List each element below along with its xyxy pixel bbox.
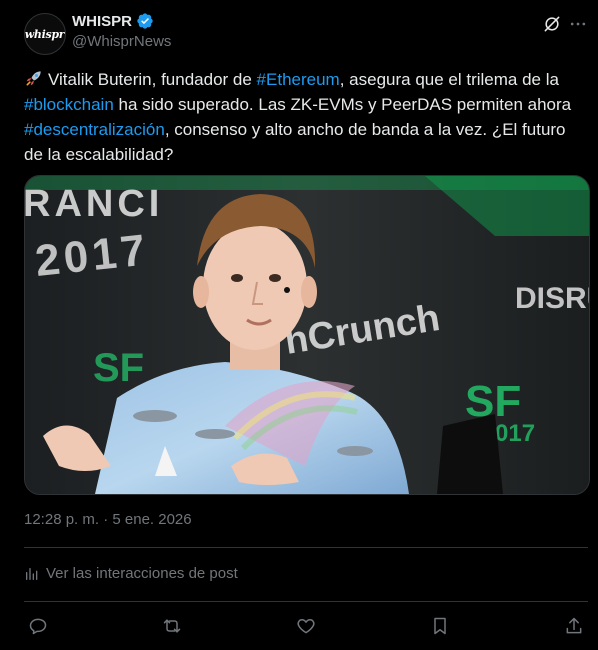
like-button[interactable]: [292, 612, 320, 640]
share-icon: [566, 617, 582, 634]
bookmark-icon: [434, 617, 446, 635]
divider: [24, 547, 588, 548]
rocket-icon: [26, 71, 41, 86]
hashtag-link[interactable]: #Ethereum: [257, 70, 340, 89]
post-text-segment: ha sido superado. Las ZK-EVMs y PeerDAS …: [113, 95, 572, 114]
author-name-row: WHISPR: [72, 12, 154, 30]
view-interactions-label: Ver las interacciones de post: [46, 565, 238, 582]
grok-button[interactable]: [540, 12, 564, 36]
hashtag-link[interactable]: #blockchain: [24, 95, 114, 114]
post-text-segment: , asegura que el trilema de la: [339, 70, 559, 89]
hashtag-link[interactable]: #descentralización: [24, 120, 165, 139]
share-button[interactable]: [560, 612, 588, 640]
backdrop-text-sf-left: SF: [93, 346, 144, 390]
analytics-icon: [26, 567, 38, 580]
grok-icon: [544, 16, 560, 32]
repost-icon: [163, 619, 181, 633]
author-display-name[interactable]: WHISPR: [72, 13, 132, 30]
more-icon: [570, 22, 586, 26]
repost-button[interactable]: [158, 612, 186, 640]
backdrop-text-year-right: 017: [495, 420, 535, 447]
view-interactions-link[interactable]: Ver las interacciones de post: [24, 565, 238, 582]
more-options-button[interactable]: [566, 12, 590, 36]
speaker-photo: RANCI 2017 hCrunch DISRU SF SF 017: [25, 176, 589, 494]
bookmark-button[interactable]: [426, 612, 454, 640]
post-text-segment: Vitalik Buterin, fundador de: [48, 70, 257, 89]
backdrop-text-francisco: RANCI: [25, 183, 163, 225]
post: whispr WHISPR @WhisprNews Vitalik Buteri…: [0, 0, 598, 650]
verified-badge-icon[interactable]: [136, 12, 154, 30]
post-text: Vitalik Buterin, fundador de #Ethereum, …: [24, 67, 584, 167]
reply-button[interactable]: [24, 612, 52, 640]
divider: [24, 601, 588, 602]
author-avatar[interactable]: whispr: [24, 13, 66, 55]
post-timestamp[interactable]: 12:28 p. m. · 5 ene. 2026: [24, 511, 192, 528]
like-icon: [297, 619, 315, 634]
author-handle[interactable]: @WhisprNews: [72, 33, 171, 50]
post-action-bar: [24, 612, 588, 640]
avatar-logo-text: whispr: [24, 27, 65, 41]
post-image[interactable]: RANCI 2017 hCrunch DISRU SF SF 017: [24, 175, 590, 495]
backdrop-text-disrupt: DISRU: [515, 282, 589, 315]
reply-icon: [29, 618, 47, 635]
